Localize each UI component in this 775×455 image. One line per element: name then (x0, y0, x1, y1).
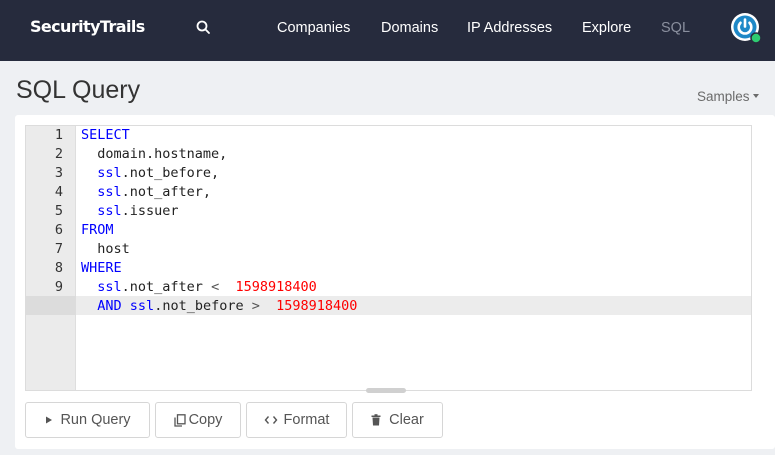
nav-link-ip-addresses[interactable]: IP Addresses (467, 20, 552, 36)
line-number: 7 (54, 241, 63, 257)
page-title: SQL Query (16, 76, 141, 104)
top-navbar: SecurityTrails Companies Domains IP Addr… (0, 0, 775, 61)
line-number-gutter: 12345678910 (26, 126, 76, 390)
copy-icon (173, 413, 186, 427)
securitytrails-logo[interactable]: SecurityTrails (30, 17, 145, 36)
play-icon (44, 415, 54, 425)
format-label: Format (283, 412, 330, 428)
line-number: 9 (54, 279, 63, 295)
nav-link-companies[interactable]: Companies (277, 20, 350, 36)
sql-editor[interactable]: 12345678910 SELECT domain.hostname, ssl.… (25, 125, 752, 391)
code-token: SELECT (81, 127, 130, 143)
line-number: 3 (54, 165, 63, 181)
code-token: FROM (81, 222, 114, 238)
code-token: .not_after, (121, 184, 212, 200)
code-token: ssl (97, 165, 122, 181)
line-number: 2 (54, 146, 63, 162)
code-token: < (211, 279, 220, 295)
line-number: 1 (54, 127, 63, 143)
clear-label: Clear (389, 412, 424, 428)
code-token: 1598918400 (235, 279, 317, 295)
code-token: ssl (97, 203, 122, 219)
code-line: ssl.not_after < 1598918400 (81, 278, 317, 297)
code-token: ssl (97, 184, 122, 200)
nav-link-explore[interactable]: Explore (582, 20, 631, 36)
search-icon[interactable] (195, 19, 213, 37)
line-number: 4 (54, 184, 63, 200)
run-query-button[interactable]: Run Query (25, 402, 150, 438)
nav-link-domains[interactable]: Domains (381, 20, 438, 36)
line-number: 6 (54, 222, 63, 238)
caret-down-icon (752, 94, 759, 99)
copy-button[interactable]: Copy (155, 402, 241, 438)
samples-label: Samples (697, 89, 750, 104)
code-token: > (251, 298, 260, 314)
editor-resize-handle[interactable] (366, 388, 406, 393)
code-icon (264, 415, 278, 425)
run-query-label: Run Query (60, 412, 131, 428)
copy-label: Copy (188, 412, 223, 428)
code-token: .not_before (154, 298, 252, 314)
code-line: FROM (81, 221, 114, 240)
code-line: WHERE (81, 259, 122, 278)
code-line: domain.hostname, (81, 145, 227, 164)
code-token: host (81, 241, 130, 257)
status-badge (750, 32, 762, 44)
code-token: ssl (129, 298, 155, 314)
code-line: ssl.issuer (81, 202, 179, 221)
code-token: .not_after (121, 279, 212, 295)
code-token: .issuer (121, 203, 179, 219)
code-token: 1598918400 (276, 298, 358, 314)
power-icon (731, 13, 762, 44)
code-line: ssl.not_before, (81, 164, 219, 183)
samples-dropdown[interactable]: Samples (697, 89, 759, 104)
code-line: host (81, 240, 130, 259)
trash-icon (371, 414, 381, 426)
nav-link-sql[interactable]: SQL (661, 20, 690, 36)
code-token: domain.hostname, (81, 146, 228, 162)
code-line: AND ssl.not_before > 1598918400 (81, 297, 357, 316)
user-avatar[interactable] (730, 12, 763, 45)
active-line-gutter-highlight (26, 296, 76, 315)
clear-button[interactable]: Clear (352, 402, 443, 438)
code-token: AND (97, 298, 122, 314)
code-token: WHERE (81, 260, 122, 276)
line-number: 8 (54, 260, 63, 276)
format-button[interactable]: Format (246, 402, 347, 438)
code-token: .not_before, (121, 165, 220, 181)
code-line: SELECT (81, 126, 130, 145)
code-line: ssl.not_after, (81, 183, 211, 202)
line-number: 5 (54, 203, 63, 219)
code-token: ssl (97, 279, 122, 295)
